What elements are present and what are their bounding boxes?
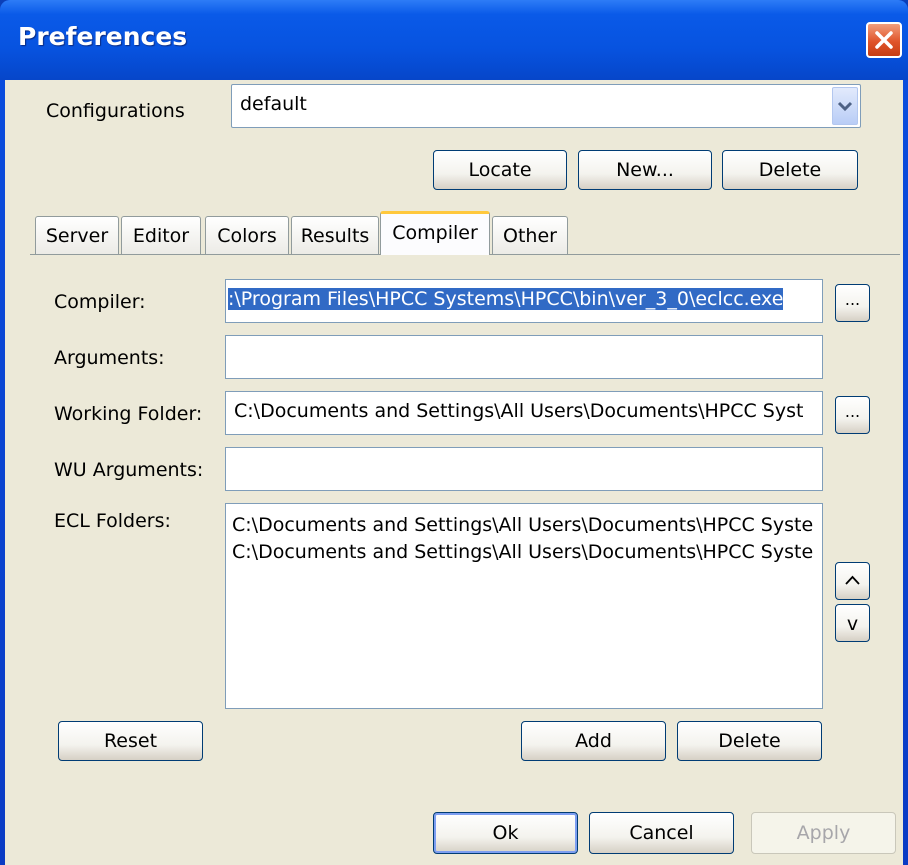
chevron-down-icon[interactable]: [832, 87, 858, 125]
configurations-value: default: [240, 93, 307, 115]
title-bar[interactable]: Preferences: [0, 0, 908, 80]
locate-button[interactable]: Locate: [433, 150, 567, 190]
working-folder-label: Working Folder:: [54, 403, 203, 425]
configurations-select[interactable]: default: [231, 84, 861, 128]
apply-button[interactable]: Apply: [751, 812, 896, 854]
window-title: Preferences: [18, 22, 188, 51]
configurations-label: Configurations: [46, 100, 185, 122]
move-down-button[interactable]: v: [835, 604, 870, 642]
tab-other[interactable]: Other: [492, 216, 568, 254]
tab-editor[interactable]: Editor: [121, 216, 201, 254]
wu-arguments-field[interactable]: [225, 447, 823, 491]
reset-button[interactable]: Reset: [58, 721, 203, 761]
list-item[interactable]: C:\Documents and Settings\All Users\Docu…: [232, 512, 816, 539]
cancel-button[interactable]: Cancel: [589, 812, 734, 854]
ecl-folders-list[interactable]: C:\Documents and Settings\All Users\Docu…: [225, 503, 823, 709]
list-item[interactable]: C:\Documents and Settings\All Users\Docu…: [232, 539, 816, 566]
delete-folder-button[interactable]: Delete: [677, 721, 822, 761]
close-icon: [875, 31, 893, 49]
compiler-label: Compiler:: [54, 291, 146, 313]
tab-compiler[interactable]: Compiler: [380, 211, 490, 255]
preferences-window: Preferences Configurations default Locat…: [0, 0, 908, 865]
tab-results[interactable]: Results: [291, 216, 379, 254]
arguments-label: Arguments:: [54, 347, 165, 369]
move-up-button[interactable]: [835, 562, 870, 600]
ecl-folders-label: ECL Folders:: [54, 510, 171, 532]
wu-arguments-label: WU Arguments:: [54, 459, 204, 481]
compiler-path-field[interactable]: :\Program Files\HPCC Systems\HPCC\bin\ve…: [225, 279, 823, 323]
chevron-up-icon: [845, 575, 860, 585]
ok-button[interactable]: Ok: [433, 812, 578, 854]
close-button[interactable]: [866, 22, 902, 58]
tab-server[interactable]: Server: [35, 216, 119, 254]
tab-colors[interactable]: Colors: [205, 216, 289, 254]
compiler-path-value: :\Program Files\HPCC Systems\HPCC\bin\ve…: [228, 288, 784, 310]
working-folder-field[interactable]: C:\Documents and Settings\All Users\Docu…: [225, 391, 823, 435]
delete-config-button[interactable]: Delete: [722, 150, 858, 190]
new-config-button[interactable]: New...: [578, 150, 712, 190]
add-folder-button[interactable]: Add: [521, 721, 666, 761]
working-folder-browse-button[interactable]: ...: [835, 396, 870, 434]
compiler-browse-button[interactable]: ...: [835, 284, 870, 322]
arguments-field[interactable]: [225, 335, 823, 379]
